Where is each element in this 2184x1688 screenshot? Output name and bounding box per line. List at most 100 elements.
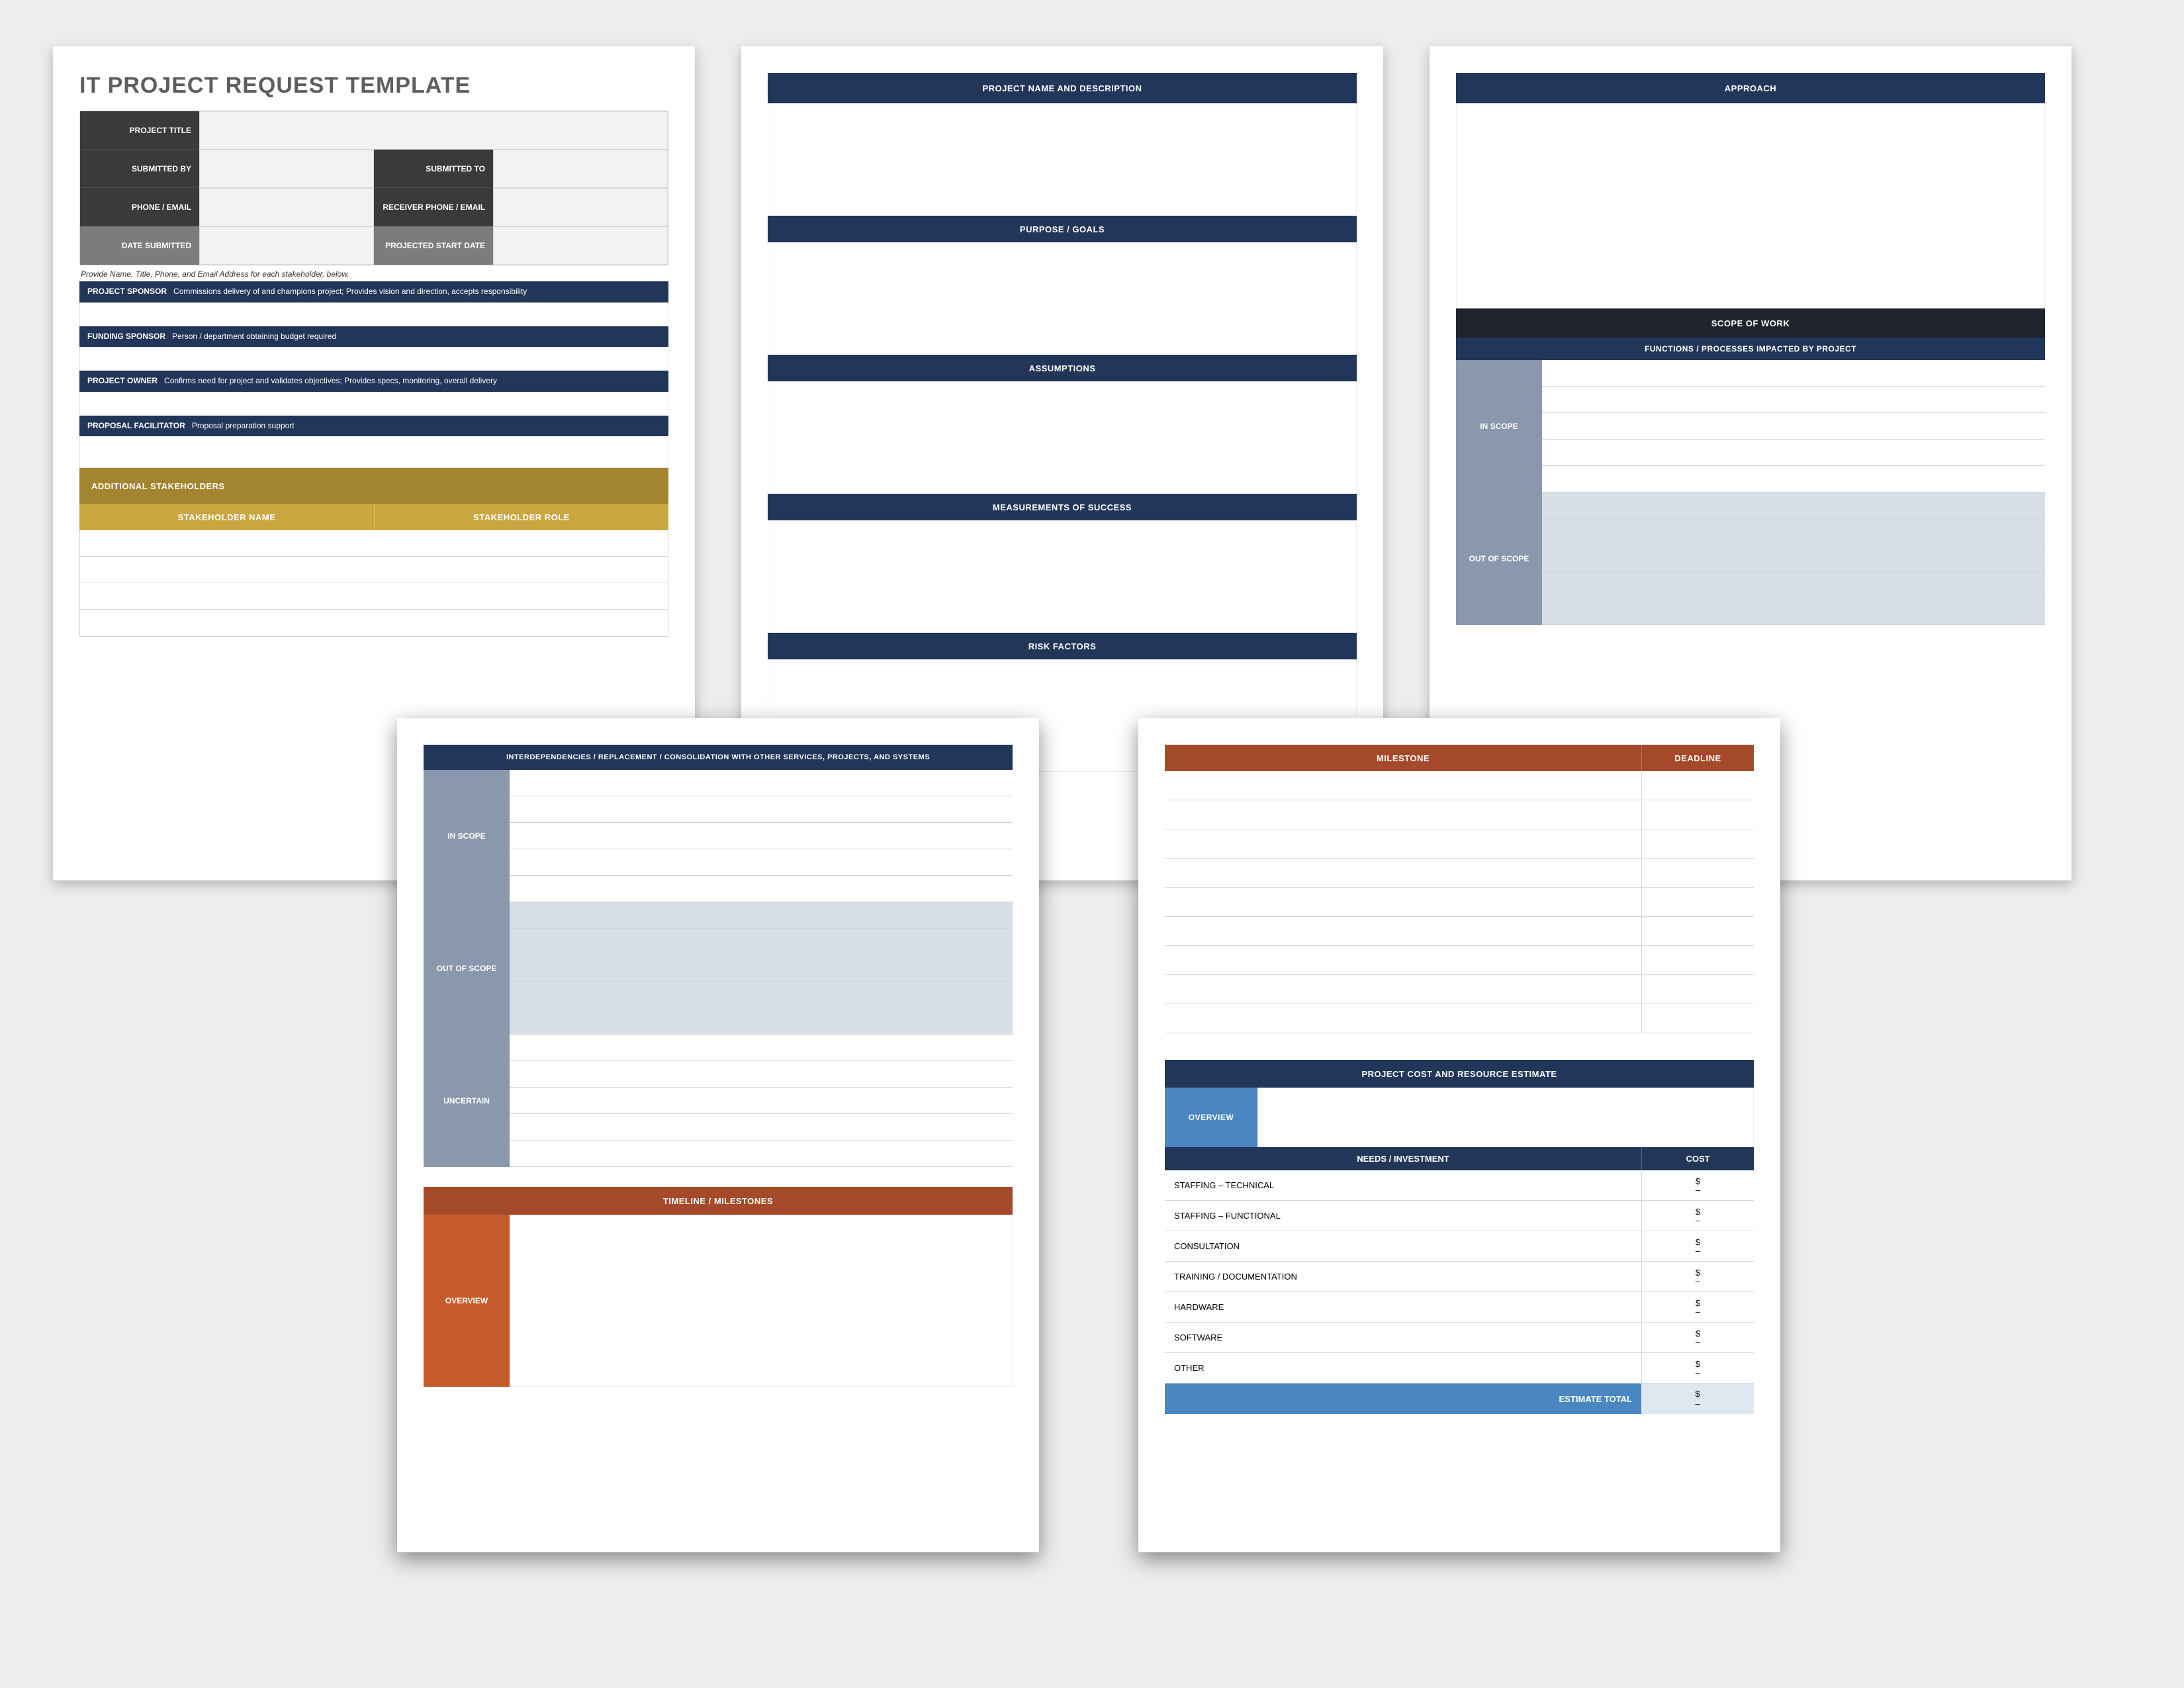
section-approach: APPROACH <box>1456 73 2045 103</box>
scope-in: IN SCOPE <box>1456 360 2045 492</box>
label-phone-email: PHONE / EMAIL <box>80 188 199 226</box>
table-row[interactable] <box>510 823 1013 849</box>
value-project-title[interactable] <box>199 111 668 150</box>
table-row[interactable] <box>80 583 668 610</box>
section-cost-estimate: PROJECT COST AND RESOURCE ESTIMATE <box>1165 1060 1754 1088</box>
input-area[interactable] <box>510 1215 1013 1387</box>
input-area[interactable] <box>768 242 1357 355</box>
in-scope-rows <box>1542 360 2045 492</box>
section-risk-factors: RISK FACTORS <box>768 633 1357 659</box>
table-row[interactable] <box>1542 440 2045 466</box>
role-desc: Confirms need for project and validates … <box>164 376 497 385</box>
table-row[interactable] <box>510 1141 1013 1167</box>
section-interdependencies: INTERDEPENDENCIES / REPLACEMENT / CONSOL… <box>424 745 1013 770</box>
role-input[interactable] <box>79 392 668 416</box>
role-project-sponsor: PROJECT SPONSOR Commissions delivery of … <box>79 281 668 303</box>
scope-out: OUT OF SCOPE <box>424 902 1013 1035</box>
table-row[interactable] <box>80 557 668 583</box>
table-row[interactable] <box>510 902 1013 929</box>
stakeholders-columns: STAKEHOLDER NAME STAKEHOLDER ROLE <box>79 504 668 530</box>
table-row[interactable] <box>510 1088 1013 1114</box>
col-milestone: MILESTONE <box>1165 745 1641 771</box>
table-row[interactable] <box>1165 771 1754 800</box>
table-row[interactable] <box>1542 413 2045 440</box>
table-row[interactable] <box>1165 1004 1754 1033</box>
role-label: PROJECT OWNER <box>87 376 158 385</box>
input-area[interactable] <box>768 381 1357 494</box>
table-row[interactable] <box>1165 917 1754 946</box>
in-scope-rows <box>510 770 1013 902</box>
cost-row-value[interactable]: $– <box>1641 1262 1754 1292</box>
table-row[interactable] <box>510 1035 1013 1061</box>
value-submitted-by[interactable] <box>199 150 374 188</box>
table-row[interactable] <box>510 1008 1013 1035</box>
table-row[interactable] <box>1542 466 2045 492</box>
table-row[interactable] <box>510 929 1013 955</box>
role-input[interactable] <box>79 303 668 326</box>
section-timeline: TIMELINE / MILESTONES <box>424 1187 1013 1215</box>
table-row[interactable] <box>510 982 1013 1008</box>
role-project-owner: PROJECT OWNER Confirms need for project … <box>79 371 668 392</box>
role-desc: Person / department obtaining budget req… <box>172 332 336 341</box>
section-purpose-goals: PURPOSE / GOALS <box>768 216 1357 242</box>
cost-row-value[interactable]: $– <box>1641 1201 1754 1231</box>
input-area[interactable] <box>1456 103 2045 308</box>
table-row[interactable] <box>510 770 1013 796</box>
cost-total-row: ESTIMATE TOTAL $– <box>1165 1383 1754 1414</box>
table-row[interactable] <box>1542 572 2045 598</box>
cost-row-value[interactable]: $– <box>1641 1323 1754 1353</box>
table-row[interactable] <box>510 796 1013 823</box>
cost-row-value[interactable]: $– <box>1641 1170 1754 1201</box>
input-area[interactable] <box>768 520 1357 633</box>
label-estimate-total: ESTIMATE TOTAL <box>1165 1383 1641 1414</box>
table-row[interactable] <box>1542 387 2045 413</box>
cost-row-value[interactable]: $– <box>1641 1231 1754 1262</box>
table-row[interactable] <box>80 530 668 557</box>
cost-overview: OVERVIEW <box>1165 1088 1754 1147</box>
out-of-scope-rows <box>1542 492 2045 625</box>
col-deadline: DEADLINE <box>1641 745 1754 771</box>
role-input[interactable] <box>79 347 668 371</box>
col-stakeholder-name: STAKEHOLDER NAME <box>79 504 374 530</box>
additional-stakeholders-header: ADDITIONAL STAKEHOLDERS <box>79 468 668 504</box>
table-row[interactable] <box>1542 545 2045 572</box>
input-area[interactable] <box>768 103 1357 216</box>
table-row[interactable] <box>510 1114 1013 1141</box>
table-row[interactable] <box>1165 888 1754 917</box>
table-row[interactable] <box>1165 946 1754 975</box>
cost-row-value[interactable]: $– <box>1641 1353 1754 1383</box>
value-phone-email[interactable] <box>199 188 374 226</box>
cost-row-label: SOFTWARE <box>1165 1323 1641 1353</box>
role-proposal-facilitator: PROPOSAL FACILITATOR Proposal preparatio… <box>79 416 668 437</box>
table-row[interactable] <box>510 1061 1013 1088</box>
table-row[interactable] <box>1165 800 1754 829</box>
value-submitted-to[interactable] <box>493 150 668 188</box>
timeline-overview: OVERVIEW <box>424 1215 1013 1387</box>
table-row[interactable] <box>1165 859 1754 888</box>
value-date-submitted[interactable] <box>199 226 374 265</box>
role-label: FUNDING SPONSOR <box>87 332 165 341</box>
table-row[interactable] <box>510 876 1013 902</box>
table-row[interactable] <box>1165 829 1754 859</box>
table-row[interactable] <box>510 849 1013 876</box>
input-area[interactable] <box>1257 1088 1754 1147</box>
col-stakeholder-role: STAKEHOLDER ROLE <box>374 504 668 530</box>
cost-row-value[interactable]: $– <box>1641 1292 1754 1323</box>
table-row[interactable] <box>1542 492 2045 519</box>
label-overview: OVERVIEW <box>1165 1088 1257 1147</box>
table-row[interactable] <box>80 610 668 636</box>
value-projected-start[interactable] <box>493 226 668 265</box>
label-submitted-to: SUBMITTED TO <box>374 150 493 188</box>
label-overview: OVERVIEW <box>424 1215 510 1387</box>
label-out-of-scope: OUT OF SCOPE <box>424 902 510 1035</box>
table-row[interactable] <box>1542 519 2045 545</box>
table-row[interactable] <box>1165 975 1754 1004</box>
table-row[interactable] <box>510 955 1013 982</box>
table-row[interactable] <box>1542 598 2045 625</box>
milestones-header: MILESTONE DEADLINE <box>1165 745 1754 771</box>
label-in-scope: IN SCOPE <box>1456 360 1542 492</box>
value-receiver-phone-email[interactable] <box>493 188 668 226</box>
label-date-submitted: DATE SUBMITTED <box>80 226 199 265</box>
role-input[interactable] <box>79 436 668 468</box>
table-row[interactable] <box>1542 360 2045 387</box>
